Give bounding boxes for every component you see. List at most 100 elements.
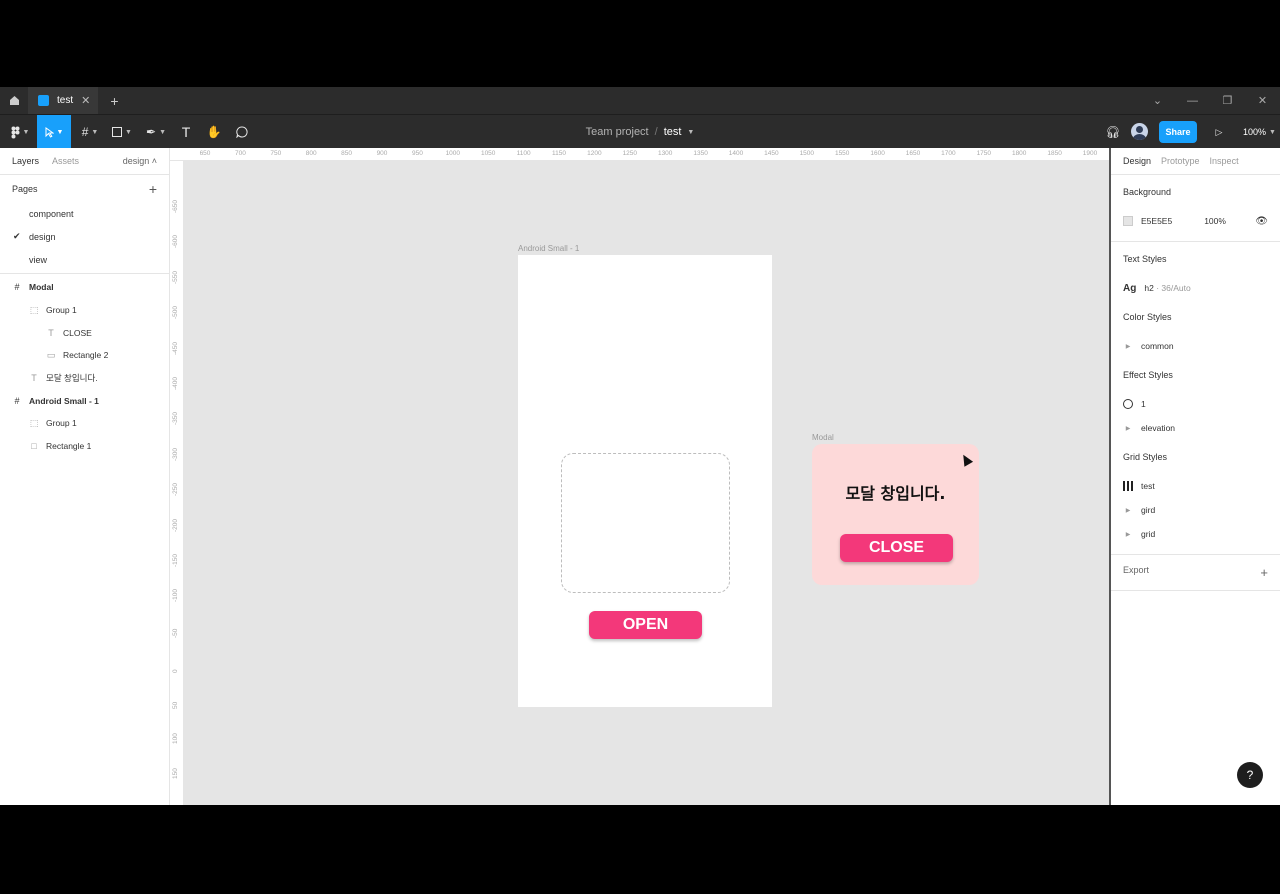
color-style-label: common: [1141, 341, 1174, 351]
ruler-tick-label: 700: [234, 150, 246, 157]
zoom-control[interactable]: 100% ▼: [1243, 115, 1276, 149]
close-tab-icon[interactable]: ✕: [81, 94, 90, 107]
main-menu-button[interactable]: ▼: [6, 115, 34, 149]
chevron-right-icon[interactable]: ▶: [1123, 531, 1133, 538]
project-name[interactable]: Team project: [586, 126, 649, 138]
layer-rectangle-1[interactable]: □ Rectangle 1: [0, 435, 169, 458]
ruler-tick-label: 1000: [445, 150, 461, 157]
open-button[interactable]: OPEN: [589, 611, 702, 639]
figma-file-icon: [38, 95, 49, 106]
layer-rectangle-2[interactable]: ▭ Rectangle 2: [0, 344, 169, 367]
layer-group-1[interactable]: ⬚ Group 1: [0, 299, 169, 322]
export-section[interactable]: Export +: [1111, 555, 1280, 591]
close-window-icon[interactable]: ✕: [1245, 94, 1280, 107]
tab-layers[interactable]: Layers: [12, 156, 39, 166]
text-style-h2[interactable]: Ag h2 · 36/Auto: [1123, 276, 1268, 300]
modal-placeholder-box[interactable]: [561, 453, 730, 593]
tab-design[interactable]: Design: [1123, 156, 1151, 166]
close-button[interactable]: CLOSE: [840, 534, 953, 562]
group-icon: ⬚: [29, 304, 39, 315]
grid-style-gird[interactable]: ▶ gird: [1123, 498, 1268, 522]
shape-tool-button[interactable]: ▼: [108, 115, 136, 149]
minimize-icon[interactable]: —: [1175, 95, 1210, 107]
grid-style-grid[interactable]: ▶ grid: [1123, 522, 1268, 546]
chevron-down-icon[interactable]: ⌄: [1140, 94, 1175, 107]
layer-label: 모달 창입니다.: [46, 373, 98, 384]
ruler-tick-label: 1250: [622, 150, 638, 157]
page-selector[interactable]: design ˄: [123, 156, 157, 166]
ruler-tick-label: 1800: [1011, 150, 1027, 157]
comment-tool-button[interactable]: [231, 115, 253, 149]
add-export-icon[interactable]: +: [1260, 565, 1268, 580]
new-tab-icon[interactable]: +: [110, 93, 118, 109]
page-item-design[interactable]: ✔ design: [0, 225, 169, 248]
page-label: component: [29, 208, 74, 219]
frame-label-android[interactable]: Android Small - 1: [518, 244, 579, 253]
rectangle-icon: [112, 127, 123, 137]
tab-assets[interactable]: Assets: [52, 156, 79, 166]
layer-label: Rectangle 1: [46, 441, 92, 452]
android-small-frame[interactable]: OPEN: [518, 255, 772, 707]
layer-modal[interactable]: # Modal: [0, 276, 169, 299]
headphones-button[interactable]: 🎧︎: [1103, 115, 1123, 149]
page-selector-label: design: [122, 156, 150, 166]
color-styles-title: Color Styles: [1123, 312, 1172, 322]
file-name[interactable]: test: [664, 126, 682, 138]
ruler-tick-label: -500: [172, 306, 179, 320]
title-bar: test ✕ + ⌄ — ❐ ✕: [0, 87, 1280, 114]
zoom-level: 100%: [1243, 127, 1267, 137]
move-tool-button[interactable]: ▼: [37, 115, 71, 149]
background-opacity[interactable]: 100%: [1204, 216, 1226, 226]
pen-tool-button[interactable]: ✒ ▼: [142, 115, 170, 149]
layer-group-1[interactable]: ⬚ Group 1: [0, 412, 169, 435]
color-style-common[interactable]: ▶ common: [1123, 334, 1268, 358]
tab-prototype[interactable]: Prototype: [1161, 156, 1200, 166]
ruler-tick-label: 1550: [834, 150, 850, 157]
grid-style-test[interactable]: test: [1123, 474, 1268, 498]
chevron-right-icon[interactable]: ▶: [1123, 425, 1133, 432]
maximize-icon[interactable]: ❐: [1210, 94, 1245, 107]
layer-label: CLOSE: [63, 327, 92, 338]
layer-modal-text[interactable]: T 모달 창입니다.: [0, 367, 169, 390]
chevron-right-icon[interactable]: ▶: [1123, 343, 1133, 350]
page-item-component[interactable]: component: [0, 202, 169, 225]
modal-text[interactable]: 모달 창입니다.: [812, 480, 979, 504]
ruler-tick-label: 1900: [1082, 150, 1098, 157]
tab-test[interactable]: test ✕: [28, 87, 99, 114]
background-swatch[interactable]: [1123, 216, 1133, 226]
layer-android-small-1[interactable]: # Android Small - 1: [0, 389, 169, 412]
effect-style-1[interactable]: 1: [1123, 392, 1268, 416]
page-item-view[interactable]: view: [0, 248, 169, 271]
drop-shadow-icon: [1123, 399, 1133, 409]
frame-icon: #: [81, 125, 89, 139]
ruler-tick-label: 1150: [552, 150, 566, 157]
modal-frame[interactable]: 모달 창입니다. CLOSE: [812, 444, 979, 585]
text-tool-button[interactable]: T: [175, 115, 197, 149]
cursor-arrow-icon: [45, 126, 54, 138]
ruler-tick-label: 1500: [799, 150, 815, 157]
add-page-icon[interactable]: +: [149, 181, 157, 197]
home-icon[interactable]: [0, 87, 28, 114]
ruler-tick-label: 650: [199, 150, 211, 157]
frame-label-modal[interactable]: Modal: [812, 433, 834, 442]
ruler-top: 650 700 750 800 850 900 950 1000 1050 1100 1150 120…: [170, 148, 1109, 161]
frame-tool-button[interactable]: # ▼: [76, 115, 104, 149]
chevron-down-icon[interactable]: ▼: [687, 129, 694, 136]
ruler-left: -650 -600 -550 -500 -450 -400 -350 -300 -250 -200…: [170, 161, 184, 805]
chevron-right-icon[interactable]: ▶: [1123, 507, 1133, 514]
grid-style-label: test: [1141, 481, 1155, 491]
check-icon: ✔: [13, 231, 21, 241]
help-button[interactable]: ?: [1237, 762, 1263, 788]
effect-style-elevation[interactable]: ▶ elevation: [1123, 416, 1268, 440]
present-button[interactable]: ▷: [1210, 115, 1228, 149]
avatar[interactable]: [1131, 123, 1148, 140]
background-hex[interactable]: E5E5E5: [1141, 216, 1172, 226]
hand-tool-button[interactable]: ✋: [203, 115, 225, 149]
layer-close-text[interactable]: T CLOSE: [0, 321, 169, 344]
color-styles-section: Color Styles ▶ common: [1111, 312, 1280, 366]
ruler-tick-label: 1750: [976, 150, 992, 157]
share-button[interactable]: Share: [1159, 121, 1197, 143]
background-row[interactable]: E5E5E5 100% 👁︎: [1123, 209, 1268, 233]
tab-inspect[interactable]: Inspect: [1210, 156, 1239, 166]
eye-icon[interactable]: 👁︎: [1255, 216, 1268, 227]
